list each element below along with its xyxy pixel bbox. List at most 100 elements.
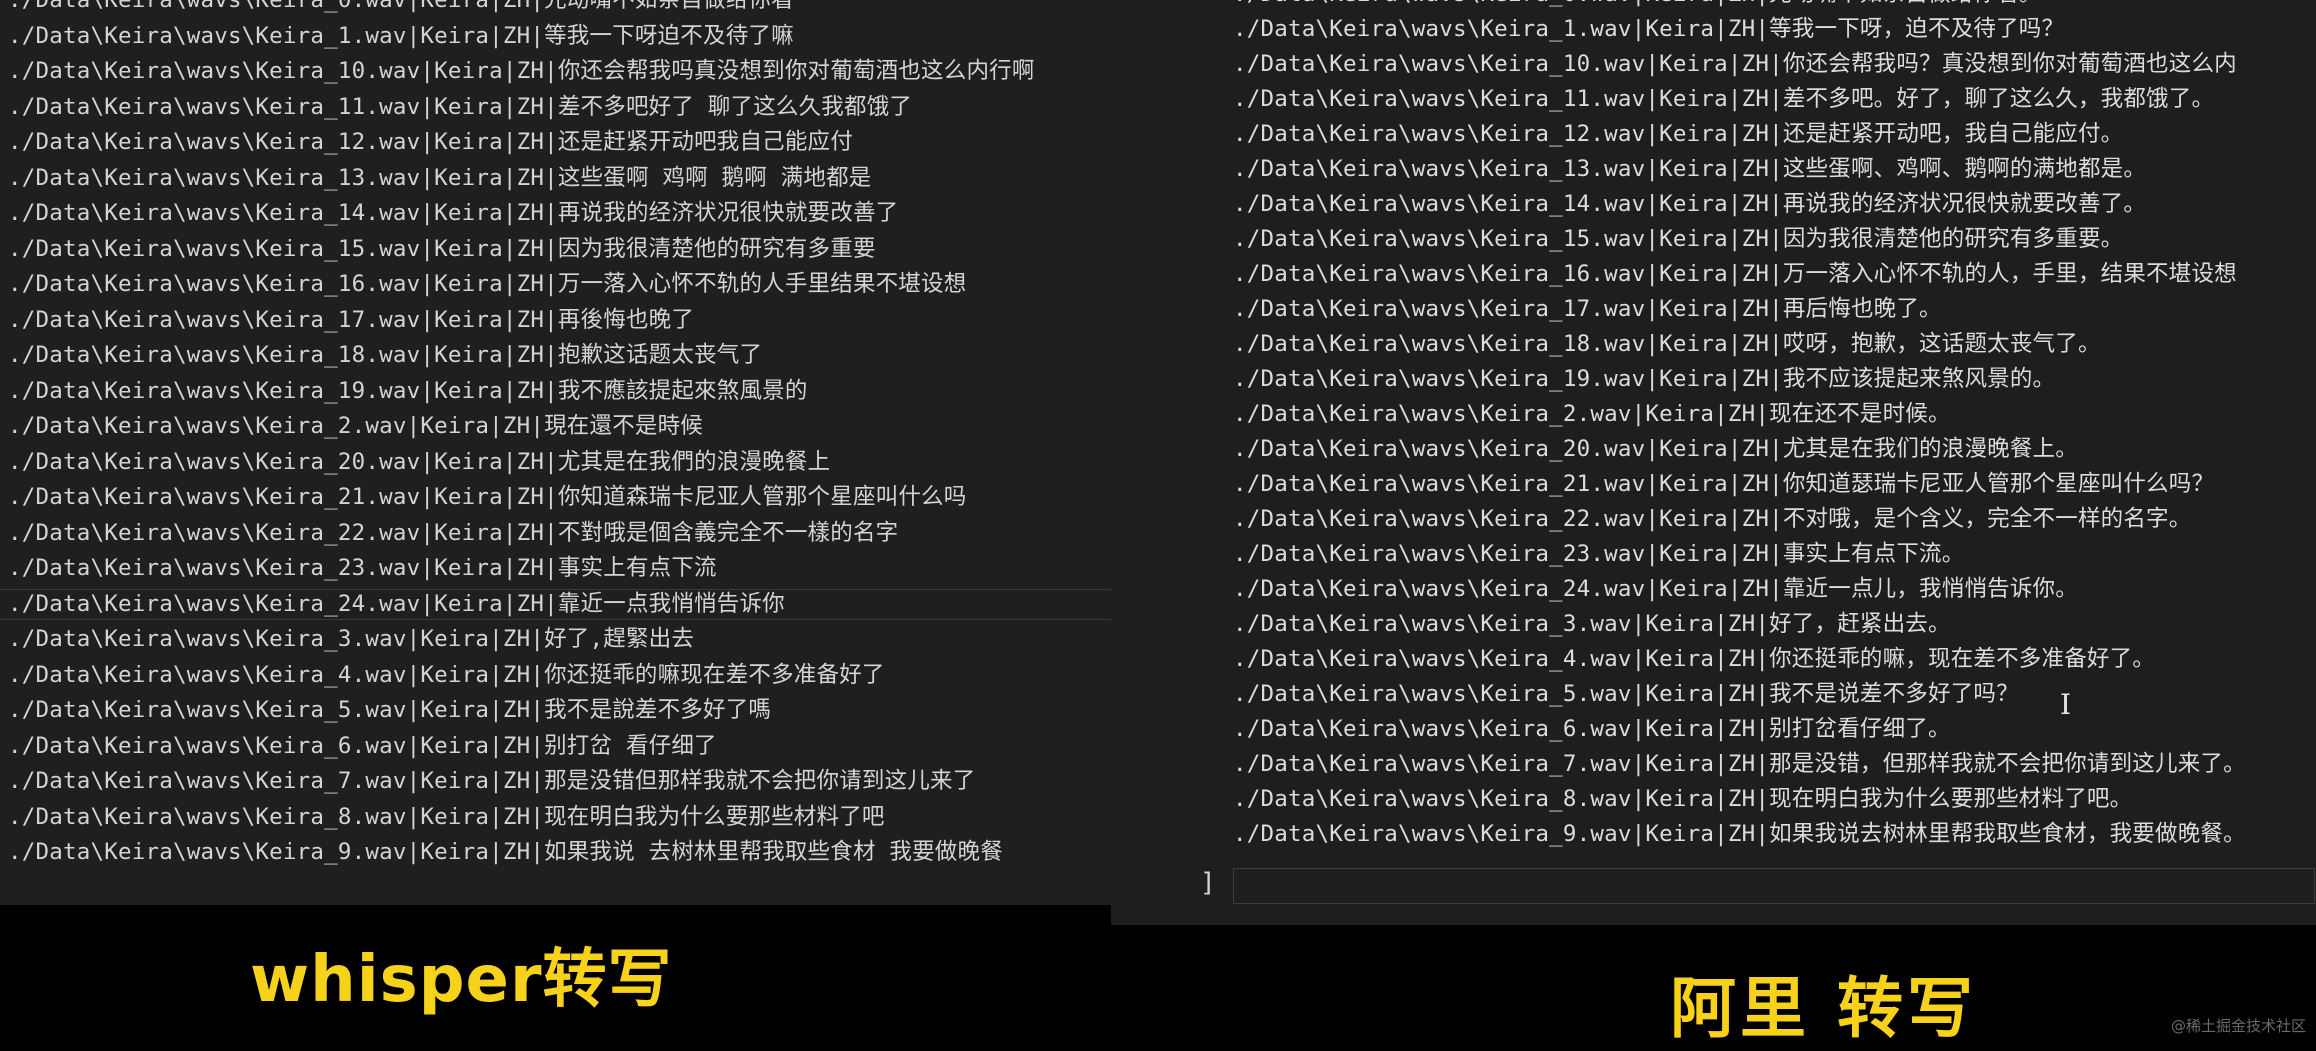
whisper-line[interactable]: ./Data\Keira\wavs\Keira_3.wav|Keira|ZH|好…	[8, 622, 1213, 658]
watermark: @稀土掘金技术社区	[2170, 1017, 2306, 1035]
ali-line-text: ./Data\Keira\wavs\Keira_2.wav|Keira|ZH|现…	[1233, 401, 1951, 427]
ali-line[interactable]: ./Data\Keira\wavs\Keira_12.wav|Keira|ZH|…	[1233, 117, 2316, 152]
ali-caption: 阿里 转写	[1670, 970, 1977, 1047]
ali-line[interactable]: ./Data\Keira\wavs\Keira_5.wav|Keira|ZH|我…	[1233, 677, 2316, 712]
ali-line-text: ./Data\Keira\wavs\Keira_13.wav|Keira|ZH|…	[1233, 156, 2147, 182]
left-line-list: ./Data\Keira\wavs\Keira_0.wav|Keira|ZH|光…	[0, 0, 1213, 871]
ali-line[interactable]: ./Data\Keira\wavs\Keira_8.wav|Keira|ZH|现…	[1233, 782, 2316, 817]
whisper-line[interactable]: ./Data\Keira\wavs\Keira_7.wav|Keira|ZH|那…	[8, 764, 1213, 800]
whisper-transcript-editor[interactable]: ./Data\Keira\wavs\Keira_0.wav|Keira|ZH|光…	[0, 0, 1213, 905]
whisper-line[interactable]: ./Data\Keira\wavs\Keira_9.wav|Keira|ZH|如…	[8, 835, 1213, 871]
whisper-line-text: ./Data\Keira\wavs\Keira_23.wav|Keira|ZH|…	[8, 555, 717, 581]
ali-line-text: ./Data\Keira\wavs\Keira_16.wav|Keira|ZH|…	[1233, 261, 2237, 287]
whisper-line-text: ./Data\Keira\wavs\Keira_1.wav|Keira|ZH|等…	[8, 22, 794, 49]
whisper-line-text: ./Data\Keira\wavs\Keira_7.wav|Keira|ZH|那…	[8, 768, 976, 794]
whisper-line-text: ./Data\Keira\wavs\Keira_16.wav|Keira|ZH|…	[8, 271, 967, 297]
ali-line[interactable]: ./Data\Keira\wavs\Keira_21.wav|Keira|ZH|…	[1233, 467, 2316, 502]
ali-line-text: ./Data\Keira\wavs\Keira_4.wav|Keira|ZH|你…	[1233, 646, 2156, 672]
whisper-line[interactable]: ./Data\Keira\wavs\Keira_0.wav|Keira|ZH|光…	[8, 0, 1213, 19]
right-line-list: ./Data\Keira\wavs\Keira_0.wav|Keira|ZH|光…	[1233, 0, 2316, 852]
ali-line-text: ./Data\Keira\wavs\Keira_8.wav|Keira|ZH|现…	[1233, 786, 2133, 812]
ali-line[interactable]: ./Data\Keira\wavs\Keira_20.wav|Keira|ZH|…	[1233, 432, 2316, 467]
ali-line[interactable]: ./Data\Keira\wavs\Keira_19.wav|Keira|ZH|…	[1233, 362, 2316, 397]
whisper-line-text: ./Data\Keira\wavs\Keira_10.wav|Keira|ZH|…	[8, 58, 1035, 84]
whisper-line[interactable]: ./Data\Keira\wavs\Keira_24.wav|Keira|ZH|…	[0, 587, 1213, 623]
ali-line[interactable]: ./Data\Keira\wavs\Keira_10.wav|Keira|ZH|…	[1233, 47, 2316, 82]
whisper-line[interactable]: ./Data\Keira\wavs\Keira_22.wav|Keira|ZH|…	[8, 516, 1213, 552]
current-line-highlight	[1233, 868, 2315, 904]
ali-line-text: ./Data\Keira\wavs\Keira_10.wav|Keira|ZH|…	[1233, 51, 2237, 77]
ali-line-text: ./Data\Keira\wavs\Keira_24.wav|Keira|ZH|…	[1233, 576, 2078, 602]
ali-line-text: ./Data\Keira\wavs\Keira_0.wav|Keira|ZH|光…	[1233, 0, 2042, 7]
whisper-line[interactable]: ./Data\Keira\wavs\Keira_5.wav|Keira|ZH|我…	[8, 693, 1213, 729]
ali-line[interactable]: ./Data\Keira\wavs\Keira_24.wav|Keira|ZH|…	[1233, 572, 2316, 607]
ali-line-text: ./Data\Keira\wavs\Keira_12.wav|Keira|ZH|…	[1233, 121, 2124, 147]
ali-line-text: ./Data\Keira\wavs\Keira_6.wav|Keira|ZH|别…	[1233, 716, 1951, 742]
whisper-line[interactable]: ./Data\Keira\wavs\Keira_21.wav|Keira|ZH|…	[8, 480, 1213, 516]
whisper-line[interactable]: ./Data\Keira\wavs\Keira_20.wav|Keira|ZH|…	[8, 445, 1213, 481]
whisper-line[interactable]: ./Data\Keira\wavs\Keira_14.wav|Keira|ZH|…	[8, 196, 1213, 232]
whisper-line-text: ./Data\Keira\wavs\Keira_15.wav|Keira|ZH|…	[8, 235, 876, 262]
ali-line[interactable]: ./Data\Keira\wavs\Keira_16.wav|Keira|ZH|…	[1233, 257, 2316, 292]
whisper-line[interactable]: ./Data\Keira\wavs\Keira_19.wav|Keira|ZH|…	[8, 374, 1213, 410]
whisper-line[interactable]: ./Data\Keira\wavs\Keira_10.wav|Keira|ZH|…	[8, 54, 1213, 90]
whisper-line-text: ./Data\Keira\wavs\Keira_20.wav|Keira|ZH|…	[8, 448, 831, 475]
ali-line[interactable]: ./Data\Keira\wavs\Keira_6.wav|Keira|ZH|别…	[1233, 712, 2316, 747]
whisper-line[interactable]: ./Data\Keira\wavs\Keira_11.wav|Keira|ZH|…	[8, 90, 1213, 126]
whisper-line[interactable]: ./Data\Keira\wavs\Keira_18.wav|Keira|ZH|…	[8, 338, 1213, 374]
whisper-line[interactable]: ./Data\Keira\wavs\Keira_17.wav|Keira|ZH|…	[8, 303, 1213, 339]
ali-line-text: ./Data\Keira\wavs\Keira_15.wav|Keira|ZH|…	[1233, 226, 2124, 252]
ali-line-text: ./Data\Keira\wavs\Keira_21.wav|Keira|ZH|…	[1233, 471, 2215, 497]
ali-line-text: ./Data\Keira\wavs\Keira_11.wav|Keira|ZH|…	[1233, 86, 2215, 112]
whisper-line-text: ./Data\Keira\wavs\Keira_12.wav|Keira|ZH|…	[8, 129, 853, 155]
ali-line[interactable]: ./Data\Keira\wavs\Keira_14.wav|Keira|ZH|…	[1233, 187, 2316, 222]
whisper-line[interactable]: ./Data\Keira\wavs\Keira_16.wav|Keira|ZH|…	[8, 267, 1213, 303]
whisper-line[interactable]: ./Data\Keira\wavs\Keira_13.wav|Keira|ZH|…	[8, 161, 1213, 197]
whisper-line-text: ./Data\Keira\wavs\Keira_13.wav|Keira|ZH|…	[8, 164, 872, 191]
ali-line-text: ./Data\Keira\wavs\Keira_9.wav|Keira|ZH|如…	[1233, 821, 2246, 847]
ali-line-text: ./Data\Keira\wavs\Keira_7.wav|Keira|ZH|那…	[1233, 751, 2246, 777]
whisper-line-text: ./Data\Keira\wavs\Keira_0.wav|Keira|ZH|光…	[8, 0, 794, 13]
closing-bracket: ]	[1200, 868, 1216, 898]
whisper-line[interactable]: ./Data\Keira\wavs\Keira_15.wav|Keira|ZH|…	[8, 232, 1213, 268]
ali-line-text: ./Data\Keira\wavs\Keira_19.wav|Keira|ZH|…	[1233, 366, 2056, 392]
ali-line-text: ./Data\Keira\wavs\Keira_22.wav|Keira|ZH|…	[1233, 506, 2192, 532]
ali-line-text: ./Data\Keira\wavs\Keira_17.wav|Keira|ZH|…	[1233, 296, 1942, 322]
whisper-line[interactable]: ./Data\Keira\wavs\Keira_1.wav|Keira|ZH|等…	[8, 19, 1213, 55]
ali-line[interactable]: ./Data\Keira\wavs\Keira_13.wav|Keira|ZH|…	[1233, 152, 2316, 187]
whisper-line-text: ./Data\Keira\wavs\Keira_5.wav|Keira|ZH|我…	[8, 697, 772, 723]
text-cursor-icon: I	[2060, 688, 2072, 721]
whisper-line[interactable]: ./Data\Keira\wavs\Keira_6.wav|Keira|ZH|别…	[8, 729, 1213, 765]
ali-line[interactable]: ./Data\Keira\wavs\Keira_4.wav|Keira|ZH|你…	[1233, 642, 2316, 677]
ali-line-text: ./Data\Keira\wavs\Keira_5.wav|Keira|ZH|我…	[1233, 681, 2019, 707]
ali-line[interactable]: ./Data\Keira\wavs\Keira_9.wav|Keira|ZH|如…	[1233, 817, 2316, 852]
whisper-line-text: ./Data\Keira\wavs\Keira_17.wav|Keira|ZH|…	[8, 306, 695, 333]
ali-line-text: ./Data\Keira\wavs\Keira_20.wav|Keira|ZH|…	[1233, 436, 2078, 462]
whisper-line[interactable]: ./Data\Keira\wavs\Keira_23.wav|Keira|ZH|…	[8, 551, 1213, 587]
ali-line[interactable]: ./Data\Keira\wavs\Keira_0.wav|Keira|ZH|光…	[1233, 0, 2316, 12]
ali-line[interactable]: ./Data\Keira\wavs\Keira_11.wav|Keira|ZH|…	[1233, 82, 2316, 117]
whisper-line-text: ./Data\Keira\wavs\Keira_22.wav|Keira|ZH|…	[8, 519, 899, 546]
whisper-line-text: ./Data\Keira\wavs\Keira_9.wav|Keira|ZH|如…	[8, 839, 1003, 865]
ali-transcript-editor[interactable]: ./Data\Keira\wavs\Keira_0.wav|Keira|ZH|光…	[1111, 0, 2316, 925]
ali-line[interactable]: ./Data\Keira\wavs\Keira_7.wav|Keira|ZH|那…	[1233, 747, 2316, 782]
ali-line-text: ./Data\Keira\wavs\Keira_1.wav|Keira|ZH|等…	[1233, 16, 2065, 42]
ali-line[interactable]: ./Data\Keira\wavs\Keira_2.wav|Keira|ZH|现…	[1233, 397, 2316, 432]
ali-line[interactable]: ./Data\Keira\wavs\Keira_15.wav|Keira|ZH|…	[1233, 222, 2316, 257]
whisper-line-text: ./Data\Keira\wavs\Keira_11.wav|Keira|ZH|…	[8, 93, 913, 120]
ali-line[interactable]: ./Data\Keira\wavs\Keira_22.wav|Keira|ZH|…	[1233, 502, 2316, 537]
ali-line[interactable]: ./Data\Keira\wavs\Keira_17.wav|Keira|ZH|…	[1233, 292, 2316, 327]
ali-line[interactable]: ./Data\Keira\wavs\Keira_23.wav|Keira|ZH|…	[1233, 537, 2316, 572]
whisper-line-text: ./Data\Keira\wavs\Keira_24.wav|Keira|ZH|…	[8, 590, 785, 617]
ali-line[interactable]: ./Data\Keira\wavs\Keira_18.wav|Keira|ZH|…	[1233, 327, 2316, 362]
ali-line[interactable]: ./Data\Keira\wavs\Keira_3.wav|Keira|ZH|好…	[1233, 607, 2316, 642]
ali-line-text: ./Data\Keira\wavs\Keira_23.wav|Keira|ZH|…	[1233, 541, 1965, 567]
whisper-line[interactable]: ./Data\Keira\wavs\Keira_8.wav|Keira|ZH|现…	[8, 800, 1213, 836]
whisper-line[interactable]: ./Data\Keira\wavs\Keira_12.wav|Keira|ZH|…	[8, 125, 1213, 161]
whisper-line[interactable]: ./Data\Keira\wavs\Keira_4.wav|Keira|ZH|你…	[8, 658, 1213, 694]
ali-line-text: ./Data\Keira\wavs\Keira_14.wav|Keira|ZH|…	[1233, 191, 2147, 217]
whisper-line-text: ./Data\Keira\wavs\Keira_18.wav|Keira|ZH|…	[8, 342, 763, 368]
ali-line[interactable]: ./Data\Keira\wavs\Keira_1.wav|Keira|ZH|等…	[1233, 12, 2316, 47]
whisper-line[interactable]: ./Data\Keira\wavs\Keira_2.wav|Keira|ZH|現…	[8, 409, 1213, 445]
whisper-line-text: ./Data\Keira\wavs\Keira_14.wav|Keira|ZH|…	[8, 200, 899, 226]
